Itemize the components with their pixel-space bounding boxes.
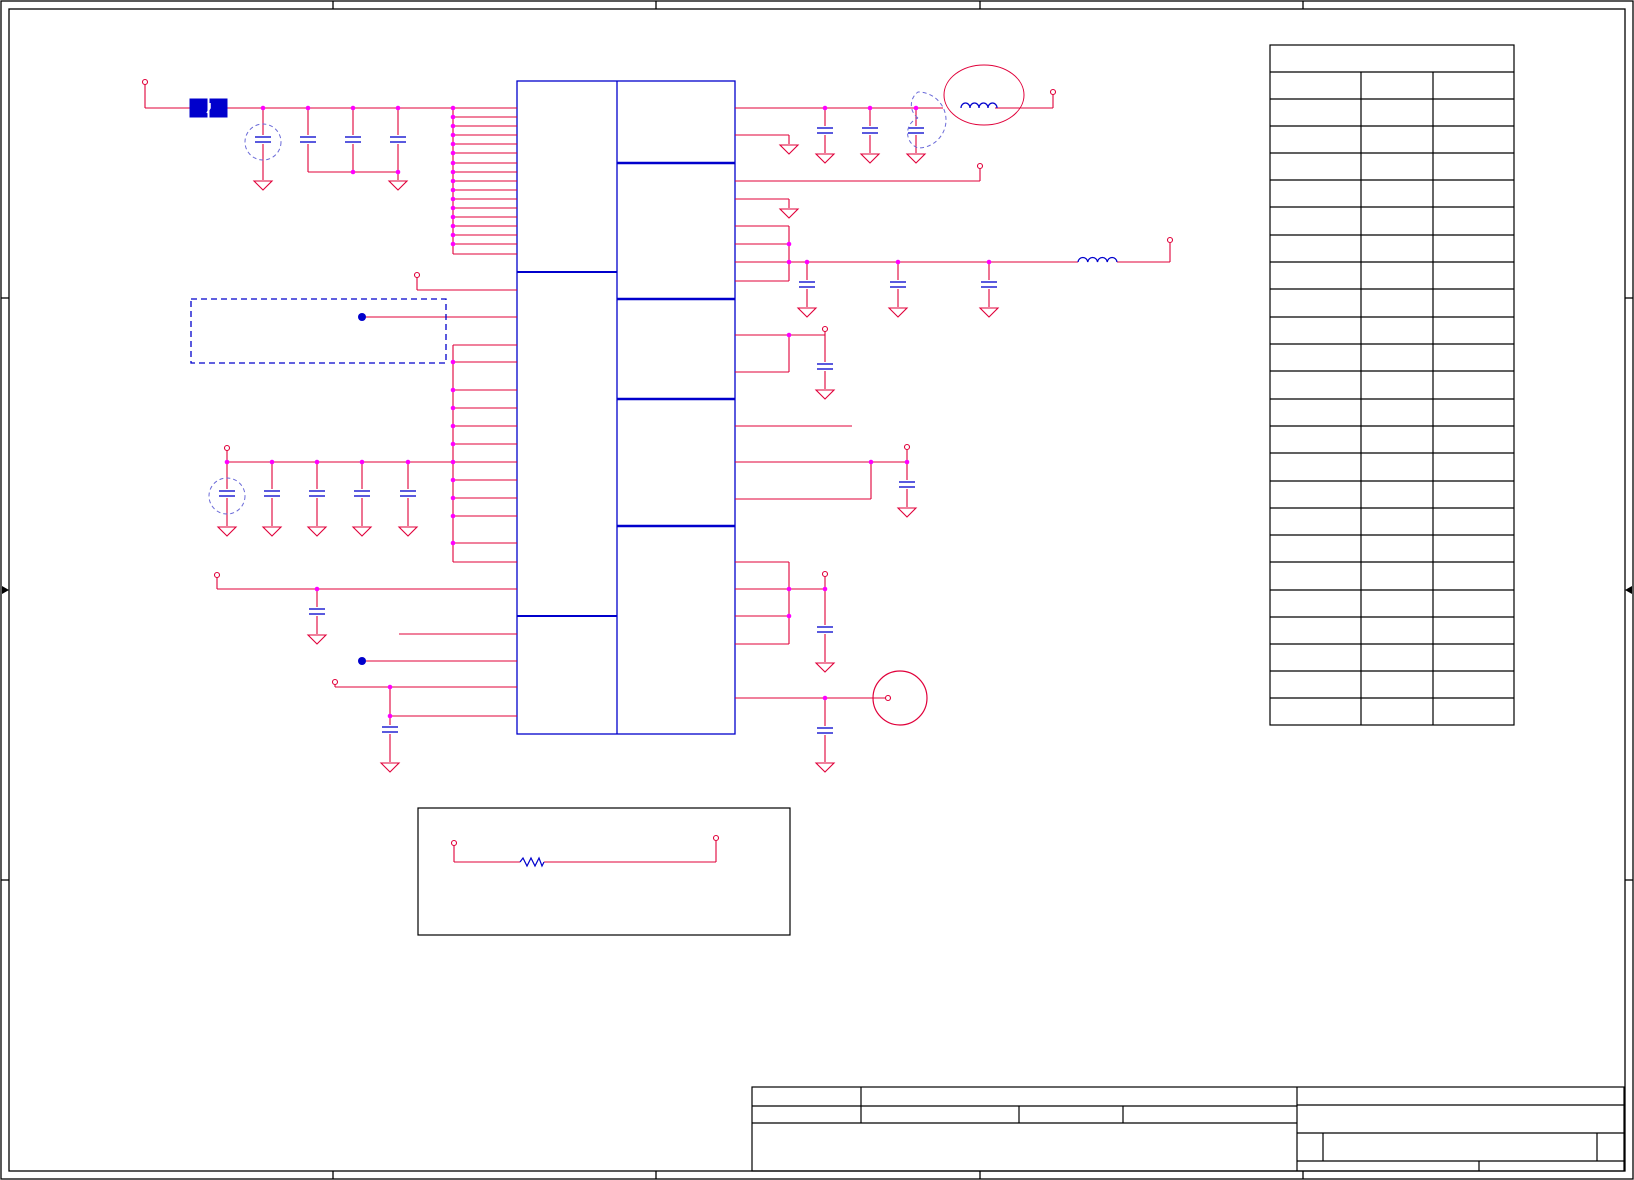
resistor [519,856,545,868]
ground-symbols [216,144,1000,773]
dashed-block [190,298,447,364]
table-grid [1269,44,1515,726]
capacitors [219,127,997,734]
schematic-canvas [0,0,1634,1180]
wires [144,84,1171,863]
title-block [751,1086,1625,1172]
inductors [960,102,1118,263]
note-box [417,807,791,936]
ic-u1 [516,80,736,735]
junction-dots [224,105,992,719]
fuse-component [189,98,228,118]
